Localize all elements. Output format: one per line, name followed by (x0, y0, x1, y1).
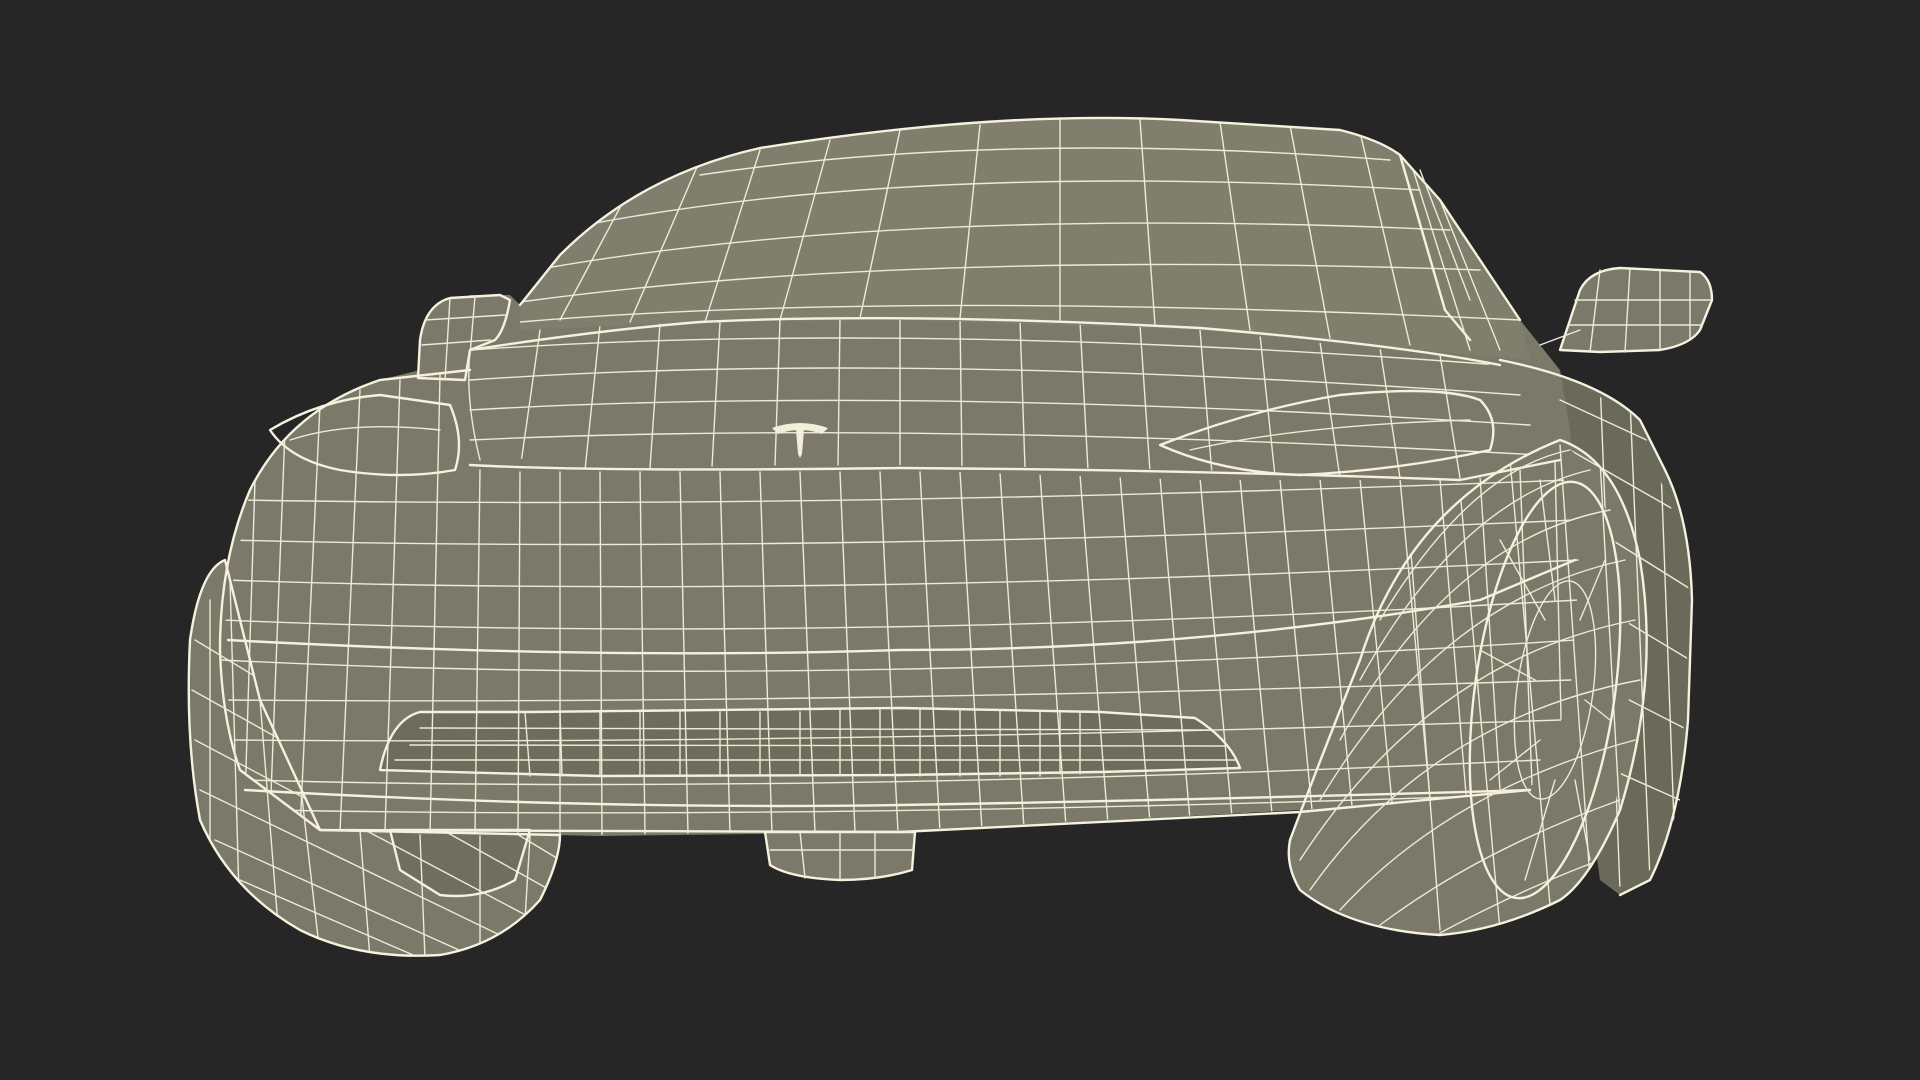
wireframe-car (187, 116, 1714, 957)
render-viewport (0, 0, 1920, 1080)
